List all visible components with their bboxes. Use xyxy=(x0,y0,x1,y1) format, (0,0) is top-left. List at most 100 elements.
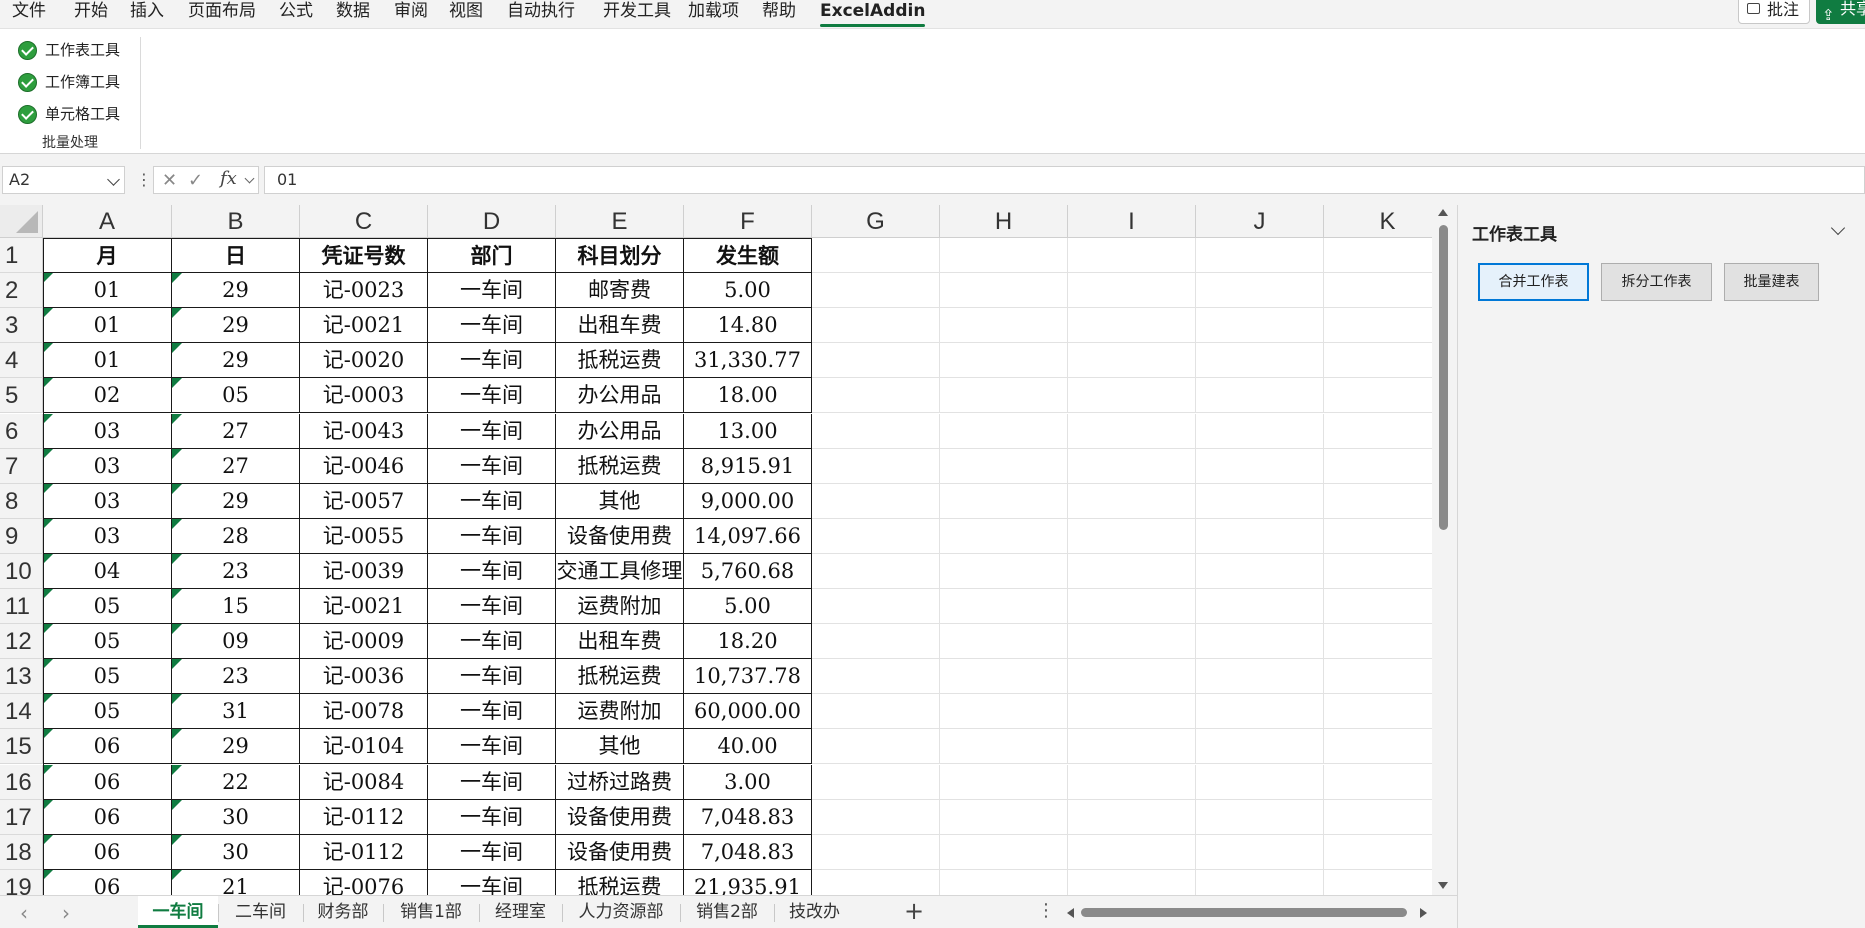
table-cell[interactable]: 05 xyxy=(43,694,172,730)
table-cell[interactable]: 01 xyxy=(43,273,172,309)
scroll-up-icon[interactable] xyxy=(1438,209,1448,216)
table-cell[interactable] xyxy=(1324,589,1432,625)
menu-tab[interactable]: 视图 xyxy=(449,0,483,22)
table-header-cell[interactable]: 凭证号数 xyxy=(300,238,428,274)
table-cell[interactable] xyxy=(1068,308,1196,344)
batch-create-sheets-button[interactable]: 批量建表 xyxy=(1724,263,1819,301)
more-options-icon[interactable]: ⋮ xyxy=(1037,900,1055,921)
table-cell[interactable] xyxy=(1196,694,1324,730)
menu-tab[interactable]: 数据 xyxy=(336,0,370,22)
row-header[interactable]: 19 xyxy=(0,869,43,895)
horizontal-scroll-thumb[interactable] xyxy=(1081,908,1407,917)
table-cell[interactable] xyxy=(940,483,1068,519)
table-cell[interactable] xyxy=(1068,834,1196,870)
table-cell[interactable] xyxy=(1324,273,1432,309)
chevron-down-icon[interactable] xyxy=(244,173,255,184)
table-cell[interactable] xyxy=(1324,765,1432,800)
formula-input[interactable]: 01 xyxy=(264,166,1865,194)
table-cell[interactable] xyxy=(1068,378,1196,414)
vertical-scroll-thumb[interactable] xyxy=(1439,225,1448,530)
row-header[interactable]: 9 xyxy=(0,518,43,554)
table-cell[interactable]: 一车间 xyxy=(428,659,556,695)
sheet-tab[interactable]: 经理室 xyxy=(479,896,562,928)
table-cell[interactable]: 记-0078 xyxy=(300,694,428,730)
table-cell[interactable] xyxy=(1196,273,1324,309)
table-cell[interactable]: 06 xyxy=(43,764,172,800)
table-cell[interactable] xyxy=(1068,869,1196,895)
table-cell[interactable]: 记-0020 xyxy=(300,343,428,379)
table-cell[interactable] xyxy=(1324,519,1432,554)
table-cell[interactable] xyxy=(812,238,940,274)
table-cell[interactable] xyxy=(940,659,1068,695)
table-cell[interactable] xyxy=(1196,834,1324,870)
table-cell[interactable]: 交通工具修理 xyxy=(556,553,684,589)
cancel-icon[interactable]: ✕ xyxy=(162,170,177,191)
table-cell[interactable] xyxy=(1196,553,1324,589)
table-cell[interactable] xyxy=(812,764,940,800)
table-cell[interactable] xyxy=(940,553,1068,589)
table-cell[interactable] xyxy=(940,729,1068,765)
menu-tab[interactable]: 文件 xyxy=(12,0,46,22)
workbook-tools-button[interactable]: 工作簿工具 xyxy=(18,69,120,95)
column-header[interactable]: A xyxy=(43,205,172,238)
row-header[interactable]: 11 xyxy=(0,589,43,625)
table-cell[interactable] xyxy=(812,378,940,414)
chevron-down-icon[interactable] xyxy=(107,173,120,186)
table-cell[interactable] xyxy=(1196,589,1324,625)
table-cell[interactable] xyxy=(1324,554,1432,589)
merge-worksheets-button[interactable]: 合并工作表 xyxy=(1478,263,1589,301)
table-cell[interactable]: 一车间 xyxy=(428,624,556,660)
table-cell[interactable] xyxy=(1068,413,1196,449)
table-cell[interactable]: 03 xyxy=(43,448,172,484)
chevron-down-icon[interactable] xyxy=(1830,220,1846,236)
table-cell[interactable]: 设备使用费 xyxy=(556,799,684,835)
table-cell[interactable]: 一车间 xyxy=(428,694,556,730)
table-cell[interactable] xyxy=(940,869,1068,895)
table-cell[interactable]: 01 xyxy=(43,343,172,379)
table-cell[interactable]: 31,330.77 xyxy=(684,343,812,379)
table-cell[interactable] xyxy=(1196,764,1324,800)
table-cell[interactable] xyxy=(1068,799,1196,835)
menu-tab[interactable]: ExcelAddin xyxy=(820,0,926,27)
table-cell[interactable]: 31 xyxy=(172,694,300,730)
menu-tab[interactable]: 页面布局 xyxy=(188,0,256,22)
table-cell[interactable]: 运费附加 xyxy=(556,694,684,730)
table-cell[interactable]: 一车间 xyxy=(428,518,556,554)
table-cell[interactable] xyxy=(1068,764,1196,800)
table-cell[interactable]: 03 xyxy=(43,483,172,519)
table-cell[interactable] xyxy=(1324,624,1432,660)
row-header[interactable]: 15 xyxy=(0,729,43,765)
row-header[interactable]: 7 xyxy=(0,448,43,484)
table-cell[interactable]: 办公用品 xyxy=(556,413,684,449)
table-cell[interactable]: 22 xyxy=(172,764,300,800)
table-cell[interactable] xyxy=(1068,659,1196,695)
table-cell[interactable] xyxy=(812,624,940,660)
table-cell[interactable] xyxy=(1324,729,1432,765)
table-cell[interactable]: 01 xyxy=(43,308,172,344)
table-cell[interactable]: 28 xyxy=(172,518,300,554)
table-cell[interactable] xyxy=(1196,413,1324,449)
table-cell[interactable]: 记-0057 xyxy=(300,483,428,519)
split-worksheet-button[interactable]: 拆分工作表 xyxy=(1601,263,1712,301)
row-header[interactable]: 3 xyxy=(0,308,43,344)
table-cell[interactable] xyxy=(812,729,940,765)
scroll-down-icon[interactable] xyxy=(1438,882,1448,889)
table-cell[interactable]: 06 xyxy=(43,834,172,870)
row-header[interactable]: 8 xyxy=(0,483,43,519)
row-header[interactable]: 18 xyxy=(0,834,43,870)
row-header[interactable]: 5 xyxy=(0,378,43,414)
table-cell[interactable]: 27 xyxy=(172,448,300,484)
table-header-cell[interactable]: 科目划分 xyxy=(556,238,684,274)
table-cell[interactable]: 其他 xyxy=(556,729,684,765)
table-cell[interactable]: 记-0112 xyxy=(300,834,428,870)
table-cell[interactable]: 记-0084 xyxy=(300,764,428,800)
column-header[interactable]: K xyxy=(1324,205,1432,238)
table-cell[interactable] xyxy=(812,589,940,625)
more-options-icon[interactable]: ⋮ xyxy=(136,170,152,189)
table-cell[interactable] xyxy=(1324,343,1432,379)
table-cell[interactable] xyxy=(1324,308,1432,344)
table-cell[interactable]: 29 xyxy=(172,483,300,519)
table-cell[interactable]: 记-0036 xyxy=(300,659,428,695)
insert-function-icon[interactable]: fx xyxy=(220,168,237,189)
table-cell[interactable]: 30 xyxy=(172,834,300,870)
